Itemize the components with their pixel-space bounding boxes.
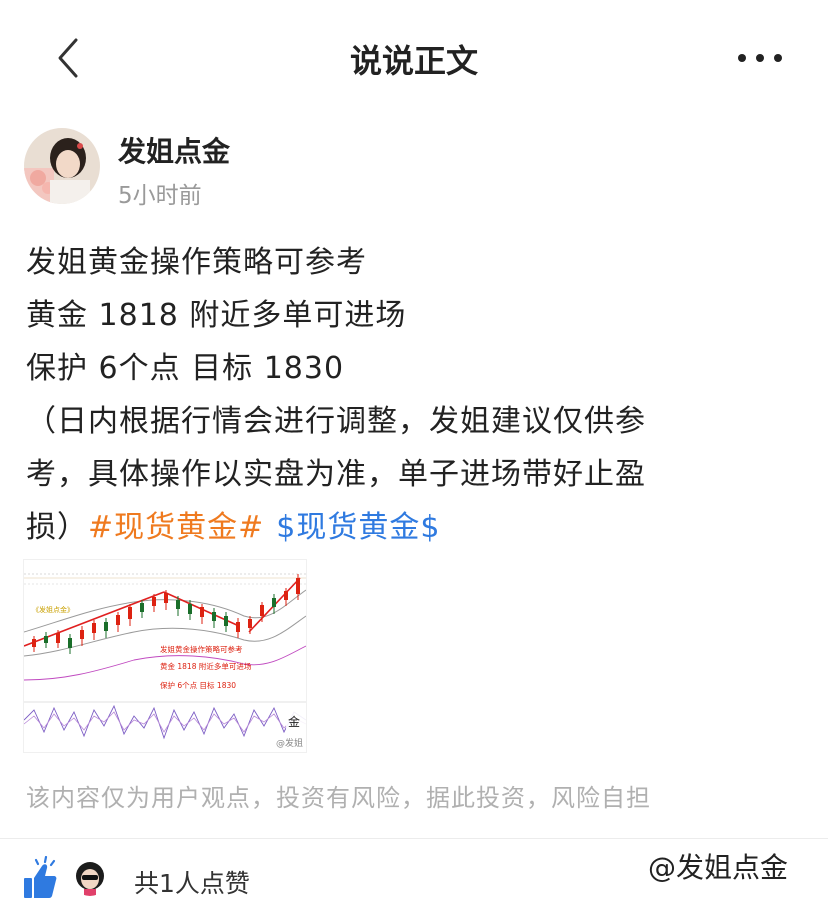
topic-tag-link[interactable]: #现货黄金# <box>88 510 264 545</box>
likes-count[interactable]: 共1人点赞 <box>134 864 250 900</box>
author-name[interactable]: 发姐点金 <box>118 130 230 170</box>
more-options-button[interactable] <box>730 40 790 76</box>
top-nav-bar: 说说正文 <box>0 0 828 116</box>
post-line: 损） <box>26 510 88 545</box>
post-line: （日内根据行情会进行调整，发姐建议仅供参 <box>26 404 646 439</box>
post-content: 发姐黄金操作策略可参考 黄金 1818 附近多单可进场 保护 6个点 目标 18… <box>26 236 786 554</box>
post-line: 发姐黄金操作策略可参考 <box>26 245 367 280</box>
divider <box>0 838 828 839</box>
post-line: 保护 6个点 目标 1830 <box>26 351 345 386</box>
post-image-chart[interactable]: 《发姐点金》 发姐黄金操作策略可参考 黄金 1818 附近多单可进场 保护 6个… <box>24 560 306 752</box>
chart-corner-text: 金 <box>288 714 300 729</box>
author-avatar[interactable] <box>24 128 100 204</box>
post-line: 黄金 1818 附近多单可进场 <box>26 298 407 333</box>
chart-watermark: @发姐 <box>276 737 303 749</box>
chart-overlay-line: 黄金 1818 附近多单可进场 <box>160 661 252 671</box>
post-line-last: 损）#现货黄金# $现货黄金$ <box>26 501 786 554</box>
thumbs-up-icon <box>24 855 57 898</box>
like-button[interactable] <box>22 855 58 900</box>
chart-label: 《发姐点金》 <box>32 605 74 614</box>
stock-tag-link[interactable]: $现货黄金$ <box>276 510 440 545</box>
page-title: 说说正文 <box>349 42 478 80</box>
liker-avatar[interactable] <box>72 860 108 896</box>
more-horizontal-icon <box>738 54 746 62</box>
post-time: 5小时前 <box>118 183 202 209</box>
image-watermark: @发姐点金 <box>648 851 789 884</box>
post-line: 考，具体操作以实盘为准，单子进场带好止盈 <box>26 457 646 492</box>
chart-overlay-line: 发姐黄金操作策略可参考 <box>160 644 243 654</box>
disclaimer-text: 该内容仅为用户观点，投资有风险，据此投资，风险自担 <box>26 784 651 812</box>
chart-overlay-line: 保护 6个点 目标 1830 <box>160 680 236 690</box>
